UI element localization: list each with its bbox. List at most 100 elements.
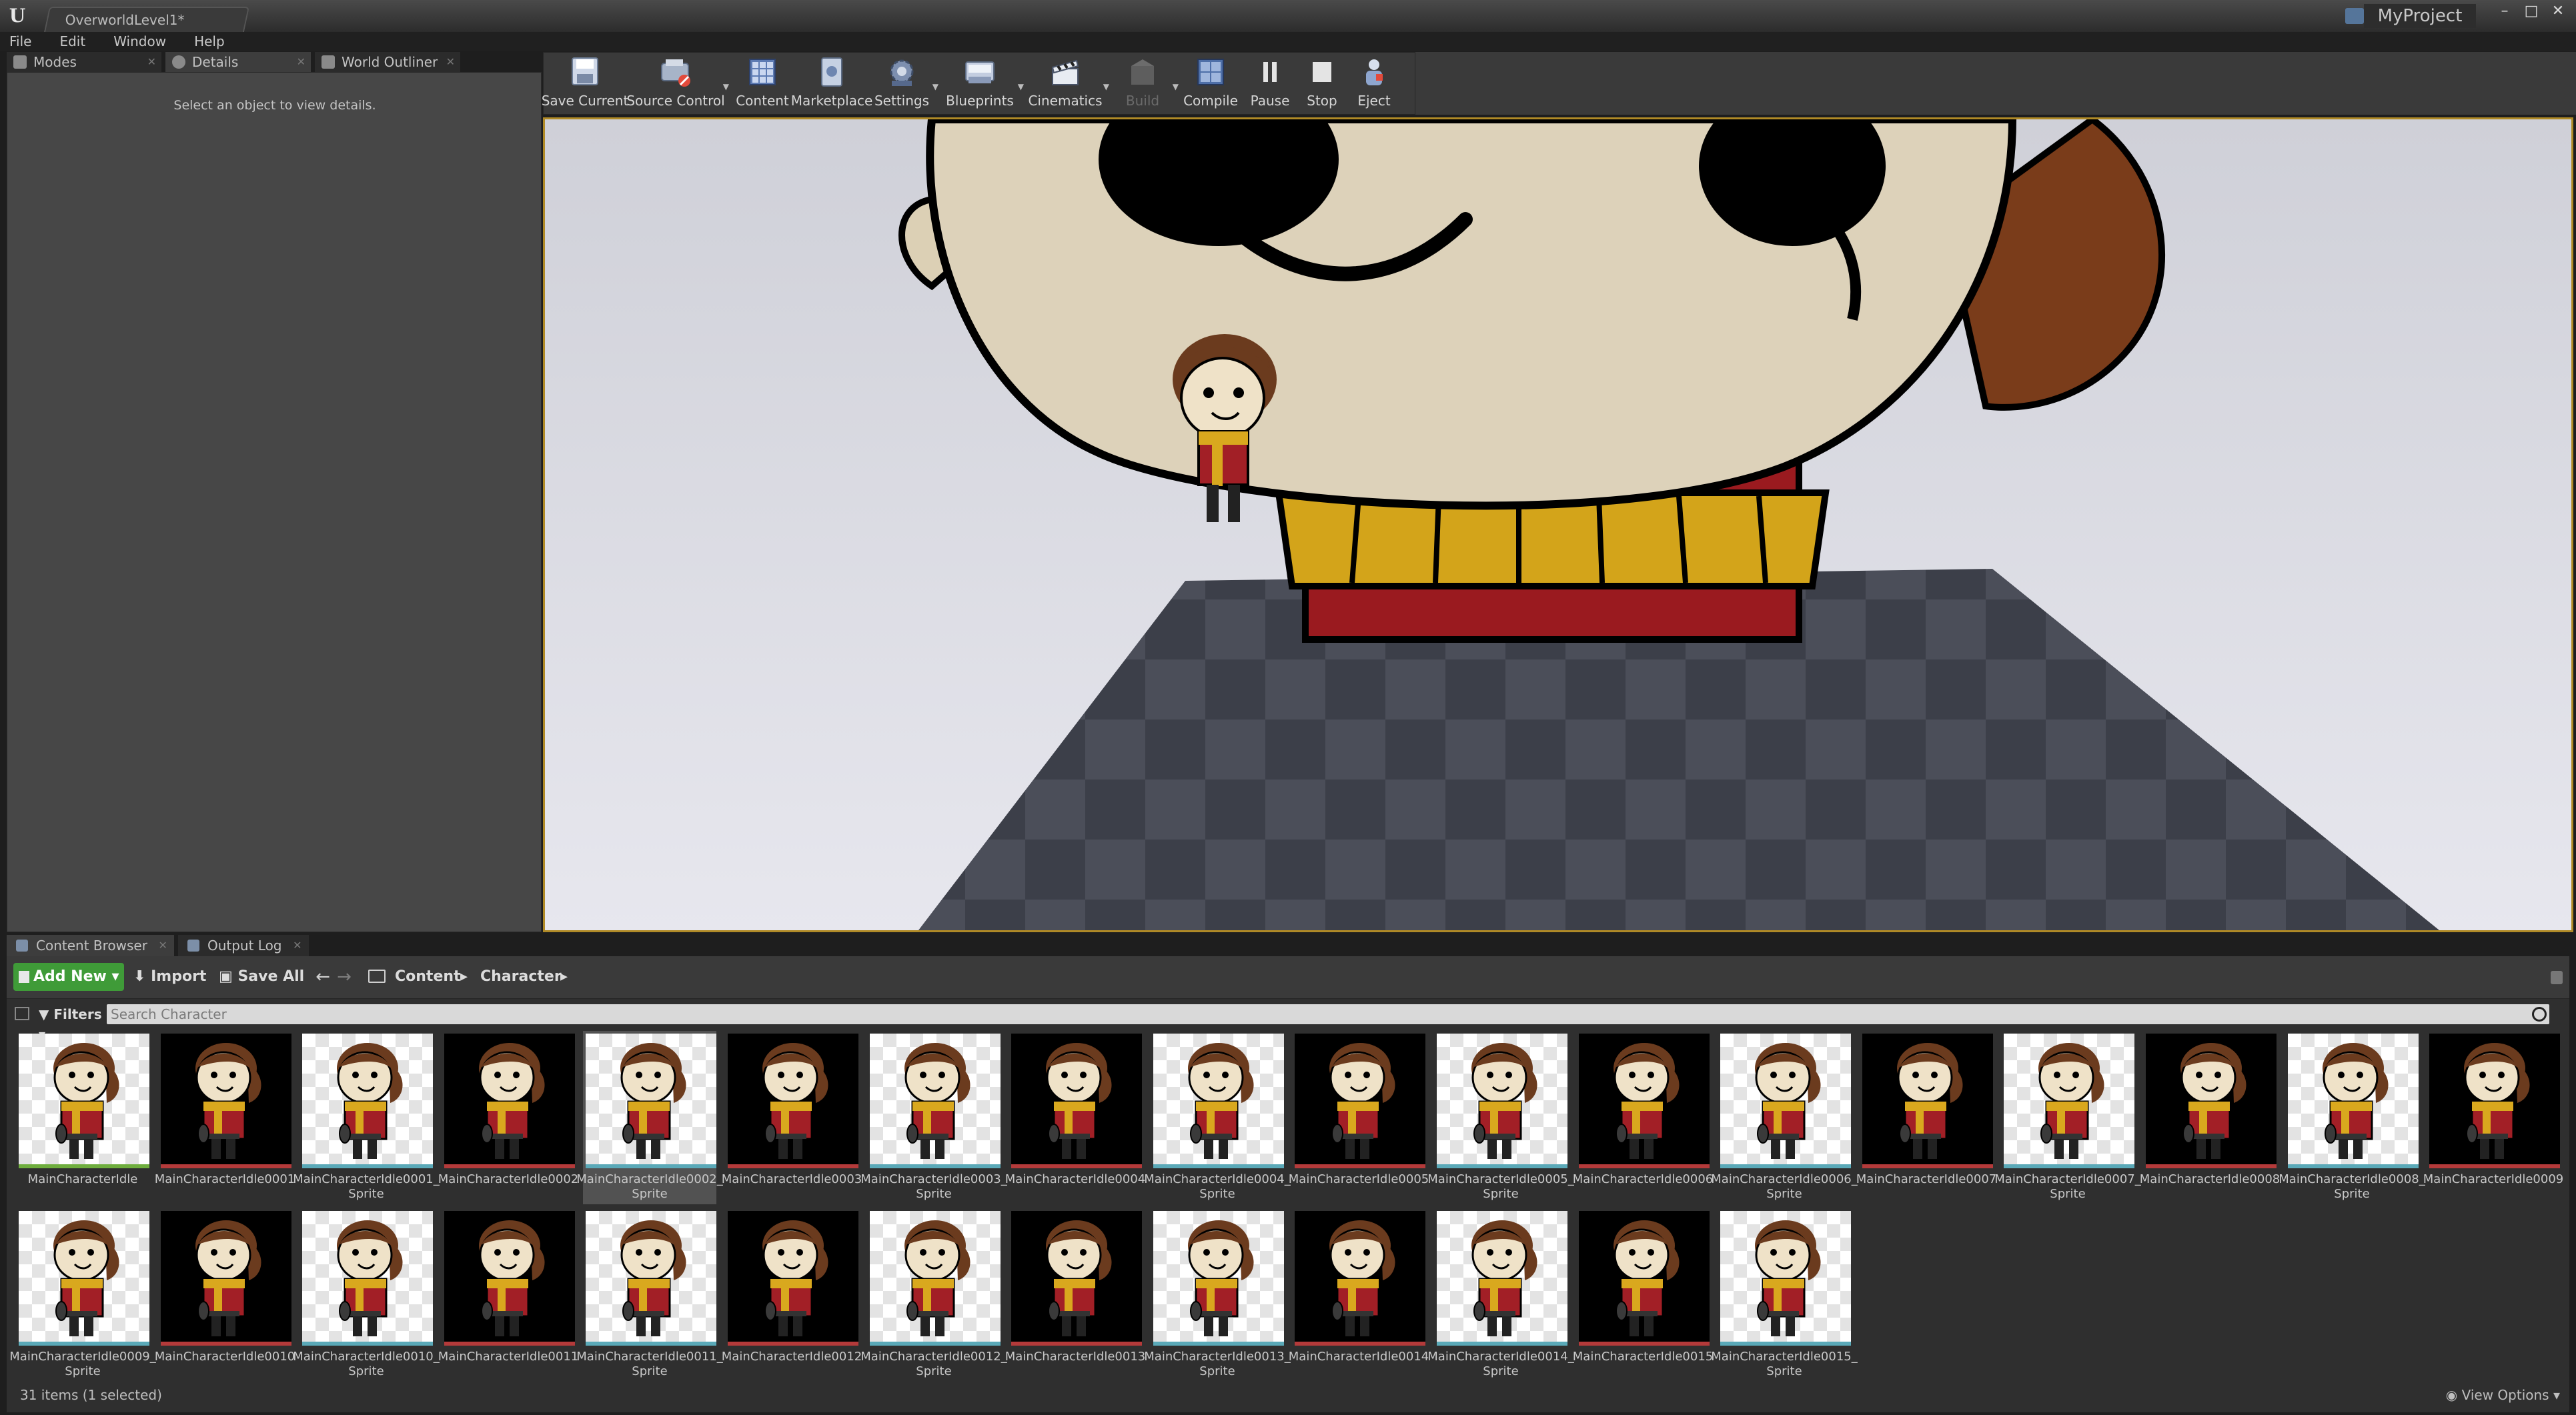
cinematics-icon <box>1051 59 1079 85</box>
asset-thumbnail <box>1437 1034 1567 1164</box>
lock-icon[interactable] <box>2551 971 2563 984</box>
asset-tile[interactable]: MainCharacterIdle0010 <box>155 1208 295 1382</box>
source-control-button[interactable]: Source Control ▼ <box>624 53 729 114</box>
modes-icon <box>13 55 27 69</box>
asset-thumbnail <box>728 1211 858 1342</box>
asset-tile[interactable]: MainCharacterIdle0002 <box>438 1031 578 1204</box>
marketplace-button[interactable]: Marketplace <box>791 53 872 114</box>
breadcrumb-separator-icon[interactable]: ▸ <box>560 963 568 991</box>
menu-edit[interactable]: Edit <box>59 32 85 51</box>
import-button[interactable]: ⬇ Import <box>133 963 206 991</box>
tab-content-browser[interactable]: Content Browser ✕ <box>7 935 174 956</box>
tab-world-outliner[interactable]: World Outliner ✕ <box>315 52 460 72</box>
back-arrow-icon[interactable]: ← <box>315 963 331 991</box>
compile-button[interactable]: Compile <box>1177 53 1244 114</box>
stop-button[interactable]: Stop <box>1296 53 1348 114</box>
asset-tile[interactable]: MainCharacterIdle0004_ Sprite <box>1144 1031 1291 1204</box>
tab-output-log[interactable]: Output Log ✕ <box>177 935 309 956</box>
asset-tile[interactable]: MainCharacterIdle0003 <box>722 1031 862 1204</box>
asset-thumbnail <box>1011 1211 1142 1342</box>
asset-name: MainCharacterIdle0013 <box>1005 1350 1146 1364</box>
save-all-label: Save All <box>237 968 305 985</box>
save-current-button[interactable]: Save Current <box>542 53 628 114</box>
asset-name: MainCharacterIdle0001_ Sprite <box>293 1172 440 1201</box>
asset-tile[interactable]: MainCharacterIdle0007 <box>1856 1031 1996 1204</box>
asset-tile[interactable]: MainCharacterIdle0002_ Sprite <box>576 1031 723 1204</box>
save-all-button[interactable]: ▣ Save All <box>219 963 304 991</box>
tab-details[interactable]: Details ✕ <box>165 52 311 72</box>
menu-window[interactable]: Window <box>113 32 166 51</box>
asset-name: MainCharacterIdle0009_ Sprite <box>9 1350 156 1378</box>
asset-tile[interactable]: MainCharacterIdle0001 <box>155 1031 295 1204</box>
asset-name: MainCharacterIdle0003_ Sprite <box>860 1172 1007 1201</box>
asset-name: MainCharacterIdle0014 <box>1288 1350 1429 1364</box>
asset-thumbnail <box>1720 1211 1851 1342</box>
content-button[interactable]: Content <box>728 53 797 114</box>
asset-tile[interactable]: MainCharacterIdle0005_ Sprite <box>1427 1031 1574 1204</box>
close-tab-icon[interactable]: ✕ <box>446 52 455 72</box>
asset-tile[interactable]: MainCharacterIdle0008_ Sprite <box>2279 1031 2425 1204</box>
level-tab[interactable]: OverworldLevel1* <box>43 7 250 32</box>
build-label: Build <box>1125 93 1160 109</box>
forward-arrow-icon[interactable]: → <box>336 963 352 991</box>
maximize-button[interactable]: □ <box>2521 3 2541 20</box>
sources-toggle-icon[interactable] <box>15 1007 29 1020</box>
asset-tile[interactable]: MainCharacterIdle0010_ Sprite <box>293 1208 440 1382</box>
folder-icon[interactable] <box>368 970 386 983</box>
tab-modes[interactable]: Modes ✕ <box>7 52 161 72</box>
breadcrumb-character[interactable]: Character <box>480 963 562 991</box>
asset-name: MainCharacterIdle0008 <box>2139 1172 2281 1186</box>
pause-button[interactable]: Pause <box>1244 53 1296 114</box>
asset-tile[interactable]: MainCharacterIdle0006 <box>1573 1031 1713 1204</box>
unreal-logo-icon[interactable]: U <box>5 4 29 28</box>
minimize-button[interactable]: – <box>2495 3 2515 20</box>
eject-button[interactable]: Eject <box>1348 53 1400 114</box>
asset-tile[interactable]: MainCharacterIdle0006_ Sprite <box>1711 1031 1858 1204</box>
asset-type-stripe <box>1720 1164 1851 1168</box>
search-input[interactable]: Search Character <box>107 1004 2549 1024</box>
asset-tile[interactable]: MainCharacterIdle0001_ Sprite <box>293 1031 440 1204</box>
level-viewport[interactable] <box>543 117 2573 932</box>
close-tab-icon[interactable]: ✕ <box>147 52 156 72</box>
asset-tile[interactable]: MainCharacterIdle0005 <box>1289 1031 1429 1204</box>
view-options-button[interactable]: ◉ View Options ▾ <box>2446 1387 2560 1403</box>
add-new-button[interactable]: Add New ▾ <box>13 963 124 991</box>
filters-button[interactable]: ▼ Filters ▾ <box>39 1004 105 1042</box>
asset-tile[interactable]: MainCharacterIdle0003_ Sprite <box>860 1031 1007 1204</box>
content-browser: Add New ▾ ⬇ Import ▣ Save All ← → Conten… <box>7 956 2569 1412</box>
asset-tile[interactable]: MainCharacterIdle0013_ Sprite <box>1144 1208 1291 1382</box>
search-icon[interactable] <box>2532 1007 2547 1022</box>
settings-button[interactable]: Settings ▼ <box>866 53 938 114</box>
asset-type-stripe <box>1862 1164 1993 1168</box>
menu-file[interactable]: File <box>9 32 31 51</box>
asset-tile[interactable]: MainCharacterIdle0014_ Sprite <box>1427 1208 1574 1382</box>
asset-tile[interactable]: MainCharacterIdle0012 <box>722 1208 862 1382</box>
asset-tile[interactable]: MainCharacterIdle0014 <box>1289 1208 1429 1382</box>
close-button[interactable]: ✕ <box>2548 3 2568 20</box>
close-tab-icon[interactable]: ✕ <box>293 935 301 956</box>
asset-tile[interactable]: MainCharacterIdle0009_ Sprite <box>9 1208 156 1382</box>
asset-tile[interactable]: MainCharacterIdle0004 <box>1005 1031 1145 1204</box>
close-tab-icon[interactable]: ✕ <box>297 52 305 72</box>
asset-tile[interactable]: MainCharacterIdle0009 <box>2423 1031 2563 1204</box>
asset-thumbnail <box>1011 1034 1142 1164</box>
asset-tile[interactable]: MainCharacterIdle0015_ Sprite <box>1711 1208 1858 1382</box>
close-tab-icon[interactable]: ✕ <box>159 935 167 956</box>
asset-tile[interactable]: MainCharacterIdle0007_ Sprite <box>1994 1031 2141 1204</box>
cinematics-button[interactable]: Cinematics ▼ <box>1023 53 1109 114</box>
breadcrumb-content[interactable]: Content <box>395 963 461 991</box>
build-button[interactable]: Build ▼ <box>1108 53 1179 114</box>
asset-tile[interactable]: MainCharacterIdle0011_ Sprite <box>576 1208 723 1382</box>
menu-help[interactable]: Help <box>194 32 225 51</box>
asset-tile[interactable]: MainCharacterIdle <box>16 1031 149 1204</box>
asset-tile[interactable]: MainCharacterIdle0012_ Sprite <box>860 1208 1007 1382</box>
tab-output-log-label: Output Log <box>207 938 282 954</box>
blueprints-button[interactable]: Blueprints ▼ <box>937 53 1024 114</box>
asset-tile[interactable]: MainCharacterIdle0008 <box>2140 1031 2280 1204</box>
asset-name: MainCharacterIdle0003 <box>721 1172 862 1186</box>
asset-tile[interactable]: MainCharacterIdle0013 <box>1005 1208 1145 1382</box>
breadcrumb-separator-icon[interactable]: ▸ <box>460 963 468 991</box>
asset-name: MainCharacterIdle0007_ Sprite <box>1994 1172 2141 1201</box>
asset-tile[interactable]: MainCharacterIdle0011 <box>438 1208 578 1382</box>
asset-tile[interactable]: MainCharacterIdle0015 <box>1573 1208 1713 1382</box>
